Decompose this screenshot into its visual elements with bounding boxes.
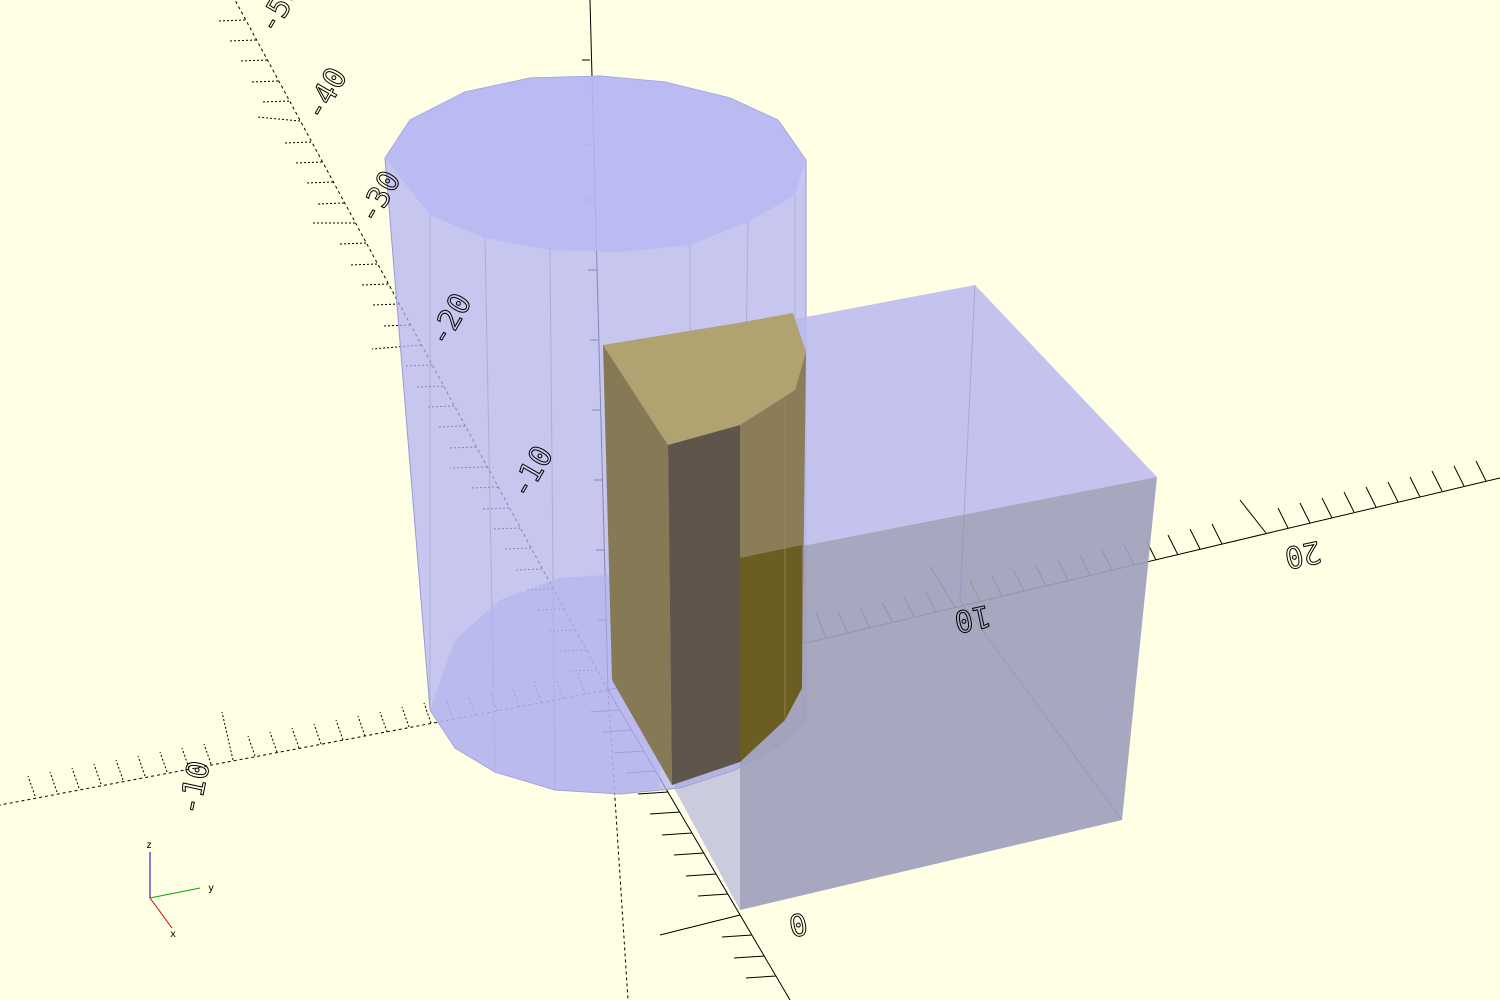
y-tick-label-0: 0 <box>786 905 811 943</box>
y-neg-tick-label-40: -40 <box>297 62 354 126</box>
x-tick-label-20: 20 <box>1282 533 1325 575</box>
scene-svg: 10 20 -10 -10 -20 -30 -40 -50 0 x y z <box>0 0 1500 1000</box>
x-tick-label-10: 10 <box>951 597 994 639</box>
intersection-result <box>603 313 806 785</box>
y-neg-tick-label-50: -50 <box>251 0 308 40</box>
gizmo-x-label: x <box>170 929 176 940</box>
gizmo-y-line <box>149 887 201 899</box>
gizmo-z-label: z <box>146 840 152 851</box>
result-front-face <box>668 425 740 785</box>
axis-gizmo: x y z <box>146 840 214 940</box>
gizmo-x-line <box>149 897 173 929</box>
gizmo-y-label: y <box>208 883 214 894</box>
3d-viewport[interactable]: 10 20 -10 -10 -20 -30 -40 -50 0 x y z <box>0 0 1500 1000</box>
x-neg-tick-label-10: -10 <box>172 758 218 818</box>
